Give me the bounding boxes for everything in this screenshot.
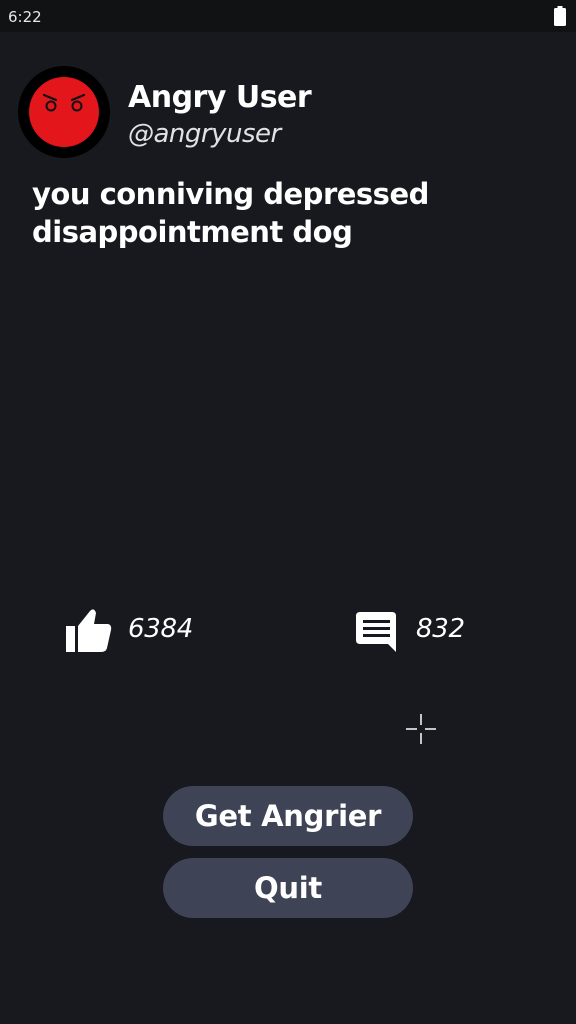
angry-face-icon [18, 66, 110, 158]
quit-button[interactable]: Quit [163, 858, 413, 918]
status-time: 6:22 [8, 8, 42, 26]
post-text: you conniving depressed disappointment d… [32, 177, 429, 249]
comment-count: 832 [416, 614, 465, 644]
comment-icon[interactable] [354, 610, 398, 654]
get-angrier-button[interactable]: Get Angrier [163, 786, 413, 846]
battery-full-icon [554, 6, 566, 26]
user-handle: @angryuser [128, 119, 281, 149]
crosshair-cursor-icon [406, 714, 436, 744]
status-bar: 6:22 [0, 0, 576, 32]
like-count: 6384 [128, 614, 193, 644]
thumbs-up-icon[interactable] [64, 608, 112, 654]
user-name: Angry User [128, 80, 312, 115]
